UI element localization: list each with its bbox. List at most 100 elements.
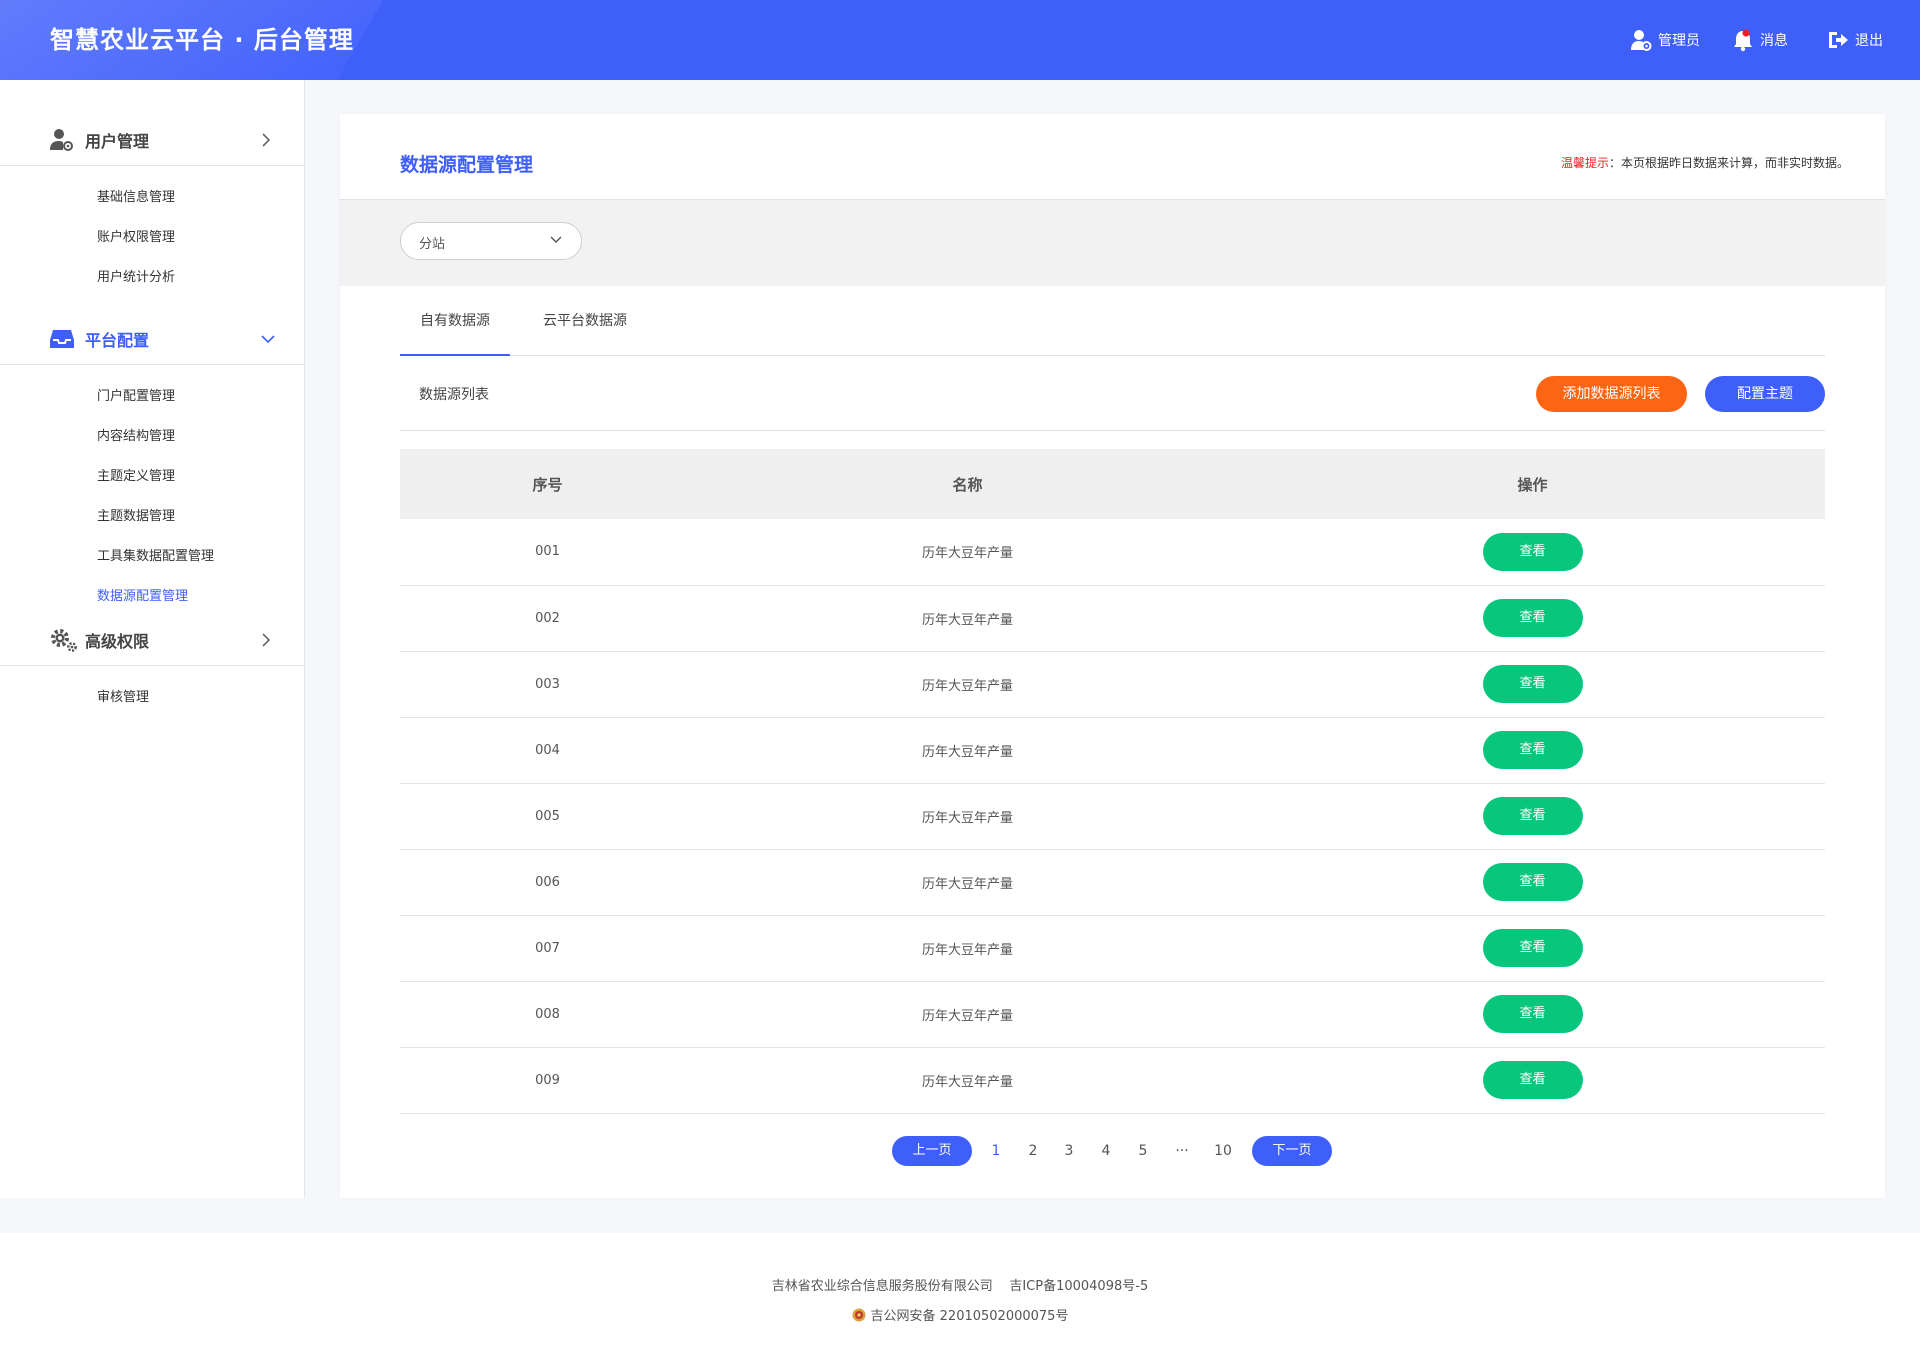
- icp-number[interactable]: 吉ICP备10004098号-5: [1009, 1279, 1148, 1294]
- table-row: 006 历年大豆年产量 查看: [400, 849, 1825, 915]
- row-index: 008: [535, 1006, 560, 1022]
- chevron-right-icon: [261, 632, 271, 647]
- view-button[interactable]: 查看: [1482, 665, 1583, 703]
- message-menu[interactable]: 消息: [1732, 0, 1788, 80]
- row-name: 历年大豆年产量: [921, 942, 1013, 958]
- table-row: 007 历年大豆年产量 查看: [400, 915, 1825, 981]
- user-gear-icon: [49, 128, 75, 152]
- logout-label: 退出: [1855, 33, 1883, 49]
- config-theme-button[interactable]: 配置主题: [1705, 376, 1825, 412]
- notice-content: ：本页根据昨日数据来计算，而非实时数据。: [1608, 156, 1849, 170]
- sidebar-item-review[interactable]: 审核管理: [97, 686, 149, 705]
- footer-company-line: 吉林省农业综合信息服务股份有限公司 吉ICP备10004098号-5: [0, 1275, 1920, 1294]
- view-button[interactable]: 查看: [1482, 863, 1583, 901]
- footer: 吉林省农业综合信息服务股份有限公司 吉ICP备10004098号-5 吉公网安备…: [0, 1233, 1920, 1363]
- page-title: 数据源配置管理: [400, 154, 534, 176]
- app-title: 智慧农业云平台 · 后台管理: [50, 26, 354, 54]
- notice-label: 温馨提示: [1560, 156, 1609, 170]
- filter-bar: 分站: [340, 200, 1885, 286]
- sidebar-item-toolset-config[interactable]: 工具集数据配置管理: [97, 545, 214, 564]
- row-name: 历年大豆年产量: [921, 810, 1013, 826]
- chevron-right-icon: [261, 132, 271, 147]
- main-panel: 数据源配置管理 温馨提示：本页根据昨日数据来计算，而非实时数据。 分站 自有数据…: [340, 114, 1885, 1198]
- sidebar-section-platform-config[interactable]: 平台配置: [0, 313, 305, 365]
- logout-button[interactable]: 退出: [1827, 0, 1883, 80]
- datasource-table: 序号 名称 操作 001 历年大豆年产量 查看 002 历年大豆年产量 查看 0…: [400, 449, 1825, 1114]
- row-name: 历年大豆年产量: [921, 612, 1013, 628]
- table-row: 001 历年大豆年产量 查看: [400, 519, 1825, 585]
- tab-own-datasource[interactable]: 自有数据源: [400, 286, 510, 356]
- prev-page-button[interactable]: 上一页: [892, 1136, 972, 1166]
- admin-menu[interactable]: 管理员: [1630, 0, 1700, 80]
- notice-text: 温馨提示：本页根据昨日数据来计算，而非实时数据。: [1561, 154, 1849, 171]
- pagination: 上一页 1 2 3 4 5 ··· 10 下一页: [340, 1134, 1885, 1166]
- row-name: 历年大豆年产量: [921, 546, 1013, 562]
- list-title: 数据源列表: [419, 387, 489, 403]
- substation-select[interactable]: 分站: [400, 222, 582, 260]
- sidebar-item-theme-definition[interactable]: 主题定义管理: [97, 465, 175, 484]
- row-name: 历年大豆年产量: [921, 744, 1013, 760]
- view-button[interactable]: 查看: [1482, 995, 1583, 1033]
- sidebar-section-title: 平台配置: [85, 330, 150, 350]
- sidebar-item-account-permissions[interactable]: 账户权限管理: [97, 226, 175, 245]
- view-button[interactable]: 查看: [1482, 532, 1583, 571]
- sidebar-item-portal-config[interactable]: 门户配置管理: [97, 385, 175, 404]
- sidebar-item-user-statistics[interactable]: 用户统计分析: [97, 266, 175, 285]
- table-row: 008 历年大豆年产量 查看: [400, 981, 1825, 1047]
- page-number[interactable]: 1: [984, 1136, 1008, 1166]
- sidebar: 用户管理 基础信息管理 账户权限管理 用户统计分析 平台配置 门户配置管理 内容…: [0, 80, 305, 1198]
- row-index: 005: [535, 808, 560, 824]
- company-name: 吉林省农业综合信息服务股份有限公司: [771, 1279, 993, 1294]
- sidebar-item-basic-info[interactable]: 基础信息管理: [97, 186, 175, 205]
- datasource-tabs: 自有数据源 云平台数据源: [400, 286, 1825, 356]
- page-ellipsis: ···: [1175, 1143, 1189, 1159]
- user-gear-icon: [1631, 30, 1652, 51]
- column-header-action: 操作: [1517, 475, 1548, 494]
- row-index: 007: [535, 940, 560, 956]
- message-label: 消息: [1760, 33, 1788, 49]
- footer-police-line: 吉公网安备 22010502000075号: [0, 1305, 1920, 1324]
- view-button[interactable]: 查看: [1482, 929, 1583, 967]
- page-number[interactable]: 10: [1211, 1136, 1235, 1166]
- row-name: 历年大豆年产量: [921, 876, 1013, 892]
- row-index: 006: [535, 874, 560, 890]
- sidebar-item-datasource-config[interactable]: 数据源配置管理: [97, 585, 188, 604]
- row-name: 历年大豆年产量: [921, 678, 1013, 694]
- sidebar-section-user-management[interactable]: 用户管理: [0, 114, 305, 166]
- gears-icon: [49, 627, 79, 653]
- select-value: 分站: [419, 237, 446, 252]
- table-row: 005 历年大豆年产量 查看: [400, 783, 1825, 849]
- view-button[interactable]: 查看: [1482, 731, 1583, 769]
- row-index: 009: [535, 1072, 560, 1088]
- next-page-button[interactable]: 下一页: [1252, 1136, 1332, 1166]
- logout-icon: [1829, 32, 1848, 48]
- chevron-down-icon: [549, 235, 563, 245]
- bell-icon: [1734, 29, 1752, 52]
- view-button[interactable]: 查看: [1482, 1061, 1583, 1099]
- page-number[interactable]: 3: [1057, 1136, 1081, 1166]
- tab-cloud-datasource[interactable]: 云平台数据源: [520, 286, 650, 356]
- list-toolbar: 数据源列表 添加数据源列表 配置主题: [400, 356, 1825, 431]
- row-index: 001: [535, 544, 560, 560]
- sidebar-item-theme-data[interactable]: 主题数据管理: [97, 505, 175, 524]
- column-header-name: 名称: [952, 475, 983, 494]
- table-row: 009 历年大豆年产量 查看: [400, 1047, 1825, 1113]
- page-number[interactable]: 5: [1131, 1136, 1155, 1166]
- page-number[interactable]: 2: [1021, 1136, 1045, 1166]
- view-button[interactable]: 查看: [1482, 599, 1583, 637]
- row-name: 历年大豆年产量: [921, 1008, 1013, 1024]
- row-name: 历年大豆年产量: [921, 1074, 1013, 1090]
- view-button[interactable]: 查看: [1482, 797, 1583, 835]
- police-badge-icon: [852, 1308, 866, 1321]
- police-record[interactable]: 吉公网安备 22010502000075号: [871, 1305, 1069, 1324]
- chevron-down-icon: [261, 334, 275, 344]
- add-datasource-button[interactable]: 添加数据源列表: [1536, 376, 1687, 412]
- sidebar-section-title: 高级权限: [85, 631, 150, 651]
- sidebar-section-advanced-permissions[interactable]: 高级权限: [0, 614, 305, 666]
- top-header: 智慧农业云平台 · 后台管理 管理员 消息 退出: [0, 0, 1920, 80]
- row-index: 002: [535, 610, 560, 626]
- row-index: 003: [535, 676, 560, 692]
- page-number[interactable]: 4: [1094, 1136, 1118, 1166]
- sidebar-section-title: 用户管理: [85, 131, 150, 151]
- sidebar-item-content-structure[interactable]: 内容结构管理: [97, 425, 175, 444]
